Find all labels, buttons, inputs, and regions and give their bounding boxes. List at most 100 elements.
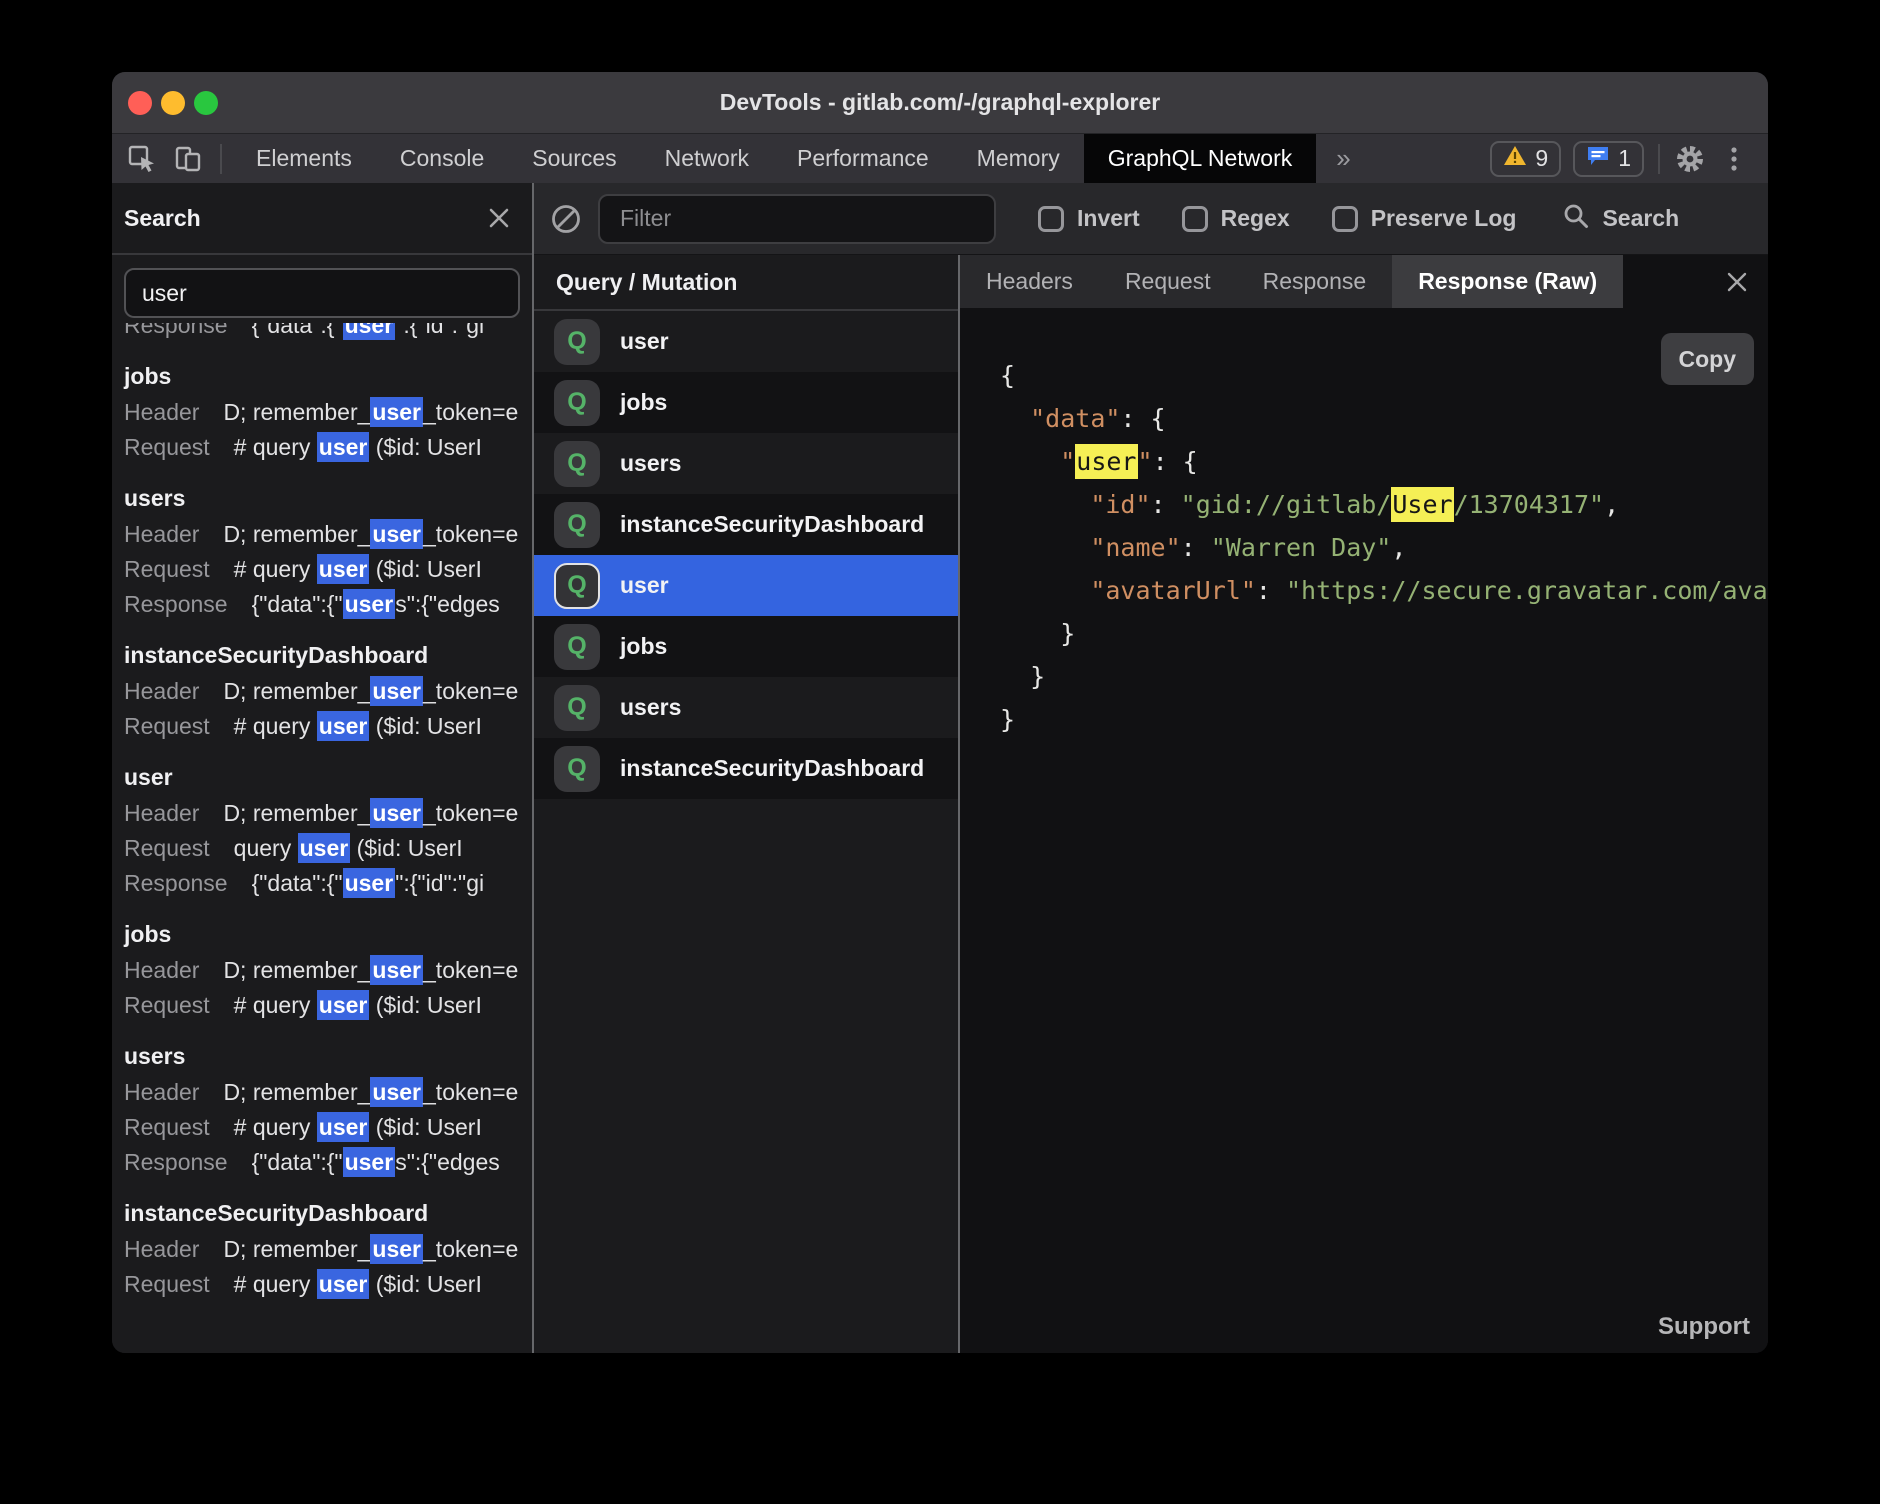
filter-input[interactable] [598,194,996,244]
search-result-line[interactable]: HeaderD; remember_user_token=e [124,517,532,552]
kebab-menu-icon[interactable] [1718,143,1750,175]
query-list-item-label: instanceSecurityDashboard [620,755,924,782]
search-input[interactable] [124,268,520,318]
result-line-content: D; remember_user_token=e [223,676,518,706]
query-mutation-header: Query / Mutation [534,255,958,311]
search-result-line[interactable]: HeaderD; remember_user_token=e [124,796,532,831]
clear-log-icon[interactable] [550,203,582,235]
messages-badge[interactable]: 1 [1573,141,1644,177]
result-line-content: # query user ($id: UserI [234,711,482,741]
query-list-item-jobs[interactable]: Qjobs [534,616,958,677]
search-result-line[interactable]: Header D; remember_user_token=e [124,1075,532,1110]
close-window-button[interactable] [128,91,152,115]
query-list-item-users[interactable]: Qusers [534,677,958,738]
search-result-line[interactable]: Response{"data":{"user":{"id":"gi [124,323,532,343]
settings-gear-icon[interactable] [1674,143,1706,175]
search-result-group-title: users [124,1037,532,1075]
detail-tab-response-raw[interactable]: Response (Raw) [1392,255,1623,308]
filter-search-button[interactable]: Search [1562,202,1679,235]
query-list-item-user[interactable]: Quser [534,555,958,616]
search-result-line[interactable]: Request# query user ($id: UserI [124,988,532,1023]
result-line-content: {"data":{"users":{"edges [252,1147,500,1177]
screen: { "window": { "title": "DevTools - gitla… [0,0,1880,1504]
network-area: Invert Regex Preserve Log Search Query / M… [534,183,1768,1353]
checkbox-invert[interactable]: Invert [1038,205,1140,232]
result-line-content: D; remember_user_token=e [223,397,518,427]
search-result-line[interactable]: Response{"data":{"users":{"edges [124,587,532,622]
response-json: { "data": { "user": { "id": "gid://gitla… [960,308,1768,741]
search-result-line[interactable]: Request# query user ($id: UserI [124,552,532,587]
search-panel: Search Response{"data":{"user":{"id":"gi… [112,183,532,1353]
checkbox-preserve-log[interactable]: Preserve Log [1332,205,1517,232]
query-list-item-jobs[interactable]: Qjobs [534,372,958,433]
query-list-item-label: jobs [620,633,667,660]
query-type-icon: Q [554,441,600,487]
close-detail-panel-button[interactable] [1724,269,1750,295]
search-result-line[interactable]: Requestquery user ($id: UserI [124,831,532,866]
window-title: DevTools - gitlab.com/-/graphql-explorer [720,89,1160,116]
search-result-line[interactable]: Header D; remember_user_token=e [124,1232,532,1267]
query-list-item-instancesecuritydashboard[interactable]: QinstanceSecurityDashboard [534,738,958,799]
detail-tab-headers[interactable]: Headers [960,255,1099,308]
devtools-tab-network[interactable]: Network [641,134,773,183]
search-result-line[interactable]: Request # query user ($id: UserI [124,709,532,744]
checkbox-label: Regex [1221,205,1290,232]
detail-panel: HeadersRequestResponseResponse (Raw) { "… [960,255,1768,1353]
result-line-content: # query user ($id: UserI [234,1112,482,1142]
devtools-tab-performance[interactable]: Performance [773,134,953,183]
search-result-line[interactable]: Response {"data":{"users":{"edges [124,1145,532,1180]
search-result-line[interactable]: HeaderD; remember_user_token=e [124,674,532,709]
detail-tab-request[interactable]: Request [1099,255,1237,308]
result-line-label: Response [124,1149,228,1175]
title-bar: DevTools - gitlab.com/-/graphql-explorer [112,72,1768,134]
minimize-window-button[interactable] [161,91,185,115]
detail-tab-response[interactable]: Response [1237,255,1393,308]
search-result-line[interactable]: Request# query user ($id: UserI [124,1267,532,1302]
query-type-icon: Q [554,685,600,731]
result-line-content: {"data":{"user":{"id":"gi [252,868,485,898]
result-line-label: Header [124,1079,199,1105]
search-result-line[interactable]: Header D; remember_user_token=e [124,953,532,988]
checkbox-icon [1182,206,1208,232]
search-result-line[interactable]: Request# query user ($id: UserI [124,430,532,465]
device-toolbar-icon[interactable] [172,143,204,175]
inspect-element-icon[interactable] [126,143,158,175]
result-line-label: Header [124,1236,199,1262]
filter-checkboxes: Invert Regex Preserve Log [996,205,1516,232]
more-tabs-button[interactable]: » [1316,134,1370,183]
result-line-content: D; remember_user_token=e [223,1234,518,1264]
search-result-group-title: user [124,758,532,796]
search-result-line[interactable]: Header D; remember_user_token=e [124,395,532,430]
query-list-item-label: user [620,572,669,599]
devtools-tab-console[interactable]: Console [376,134,508,183]
query-list-item-instancesecuritydashboard[interactable]: QinstanceSecurityDashboard [534,494,958,555]
devtools-tab-graphql-network[interactable]: GraphQL Network [1084,134,1317,183]
query-list-item-user[interactable]: Quser [534,311,958,372]
devtools-tab-sources[interactable]: Sources [508,134,640,183]
search-result-line[interactable]: Request# query user ($id: UserI [124,1110,532,1145]
search-result-line[interactable]: Response{"data":{"user":{"id":"gi [124,866,532,901]
zoom-window-button[interactable] [194,91,218,115]
query-type-icon: Q [554,502,600,548]
search-panel-header: Search [112,183,532,255]
devtools-tab-elements[interactable]: Elements [232,134,376,183]
warnings-count: 9 [1535,145,1548,172]
traffic-lights [128,72,218,133]
support-link[interactable]: Support [1658,1313,1750,1341]
checkbox-regex[interactable]: Regex [1182,205,1290,232]
result-line-content: {"data":{"user":{"id":"gi [252,323,485,340]
checkbox-label: Preserve Log [1371,205,1517,232]
result-line-content: D; remember_user_token=e [223,1077,518,1107]
copy-button[interactable]: Copy [1661,333,1755,385]
result-line-label: Response [124,591,228,617]
result-line-label: Header [124,957,199,983]
response-raw-content: { "data": { "user": { "id": "gid://gitla… [960,308,1768,1353]
result-line-label: Request [124,713,210,739]
result-line-label: Header [124,399,199,425]
search-panel-title: Search [124,205,201,232]
close-search-panel-button[interactable] [486,205,512,231]
devtools-tab-memory[interactable]: Memory [953,134,1084,183]
query-list-item-users[interactable]: Qusers [534,433,958,494]
result-line-content: D; remember_user_token=e [223,955,518,985]
warnings-badge[interactable]: 9 [1490,141,1561,177]
